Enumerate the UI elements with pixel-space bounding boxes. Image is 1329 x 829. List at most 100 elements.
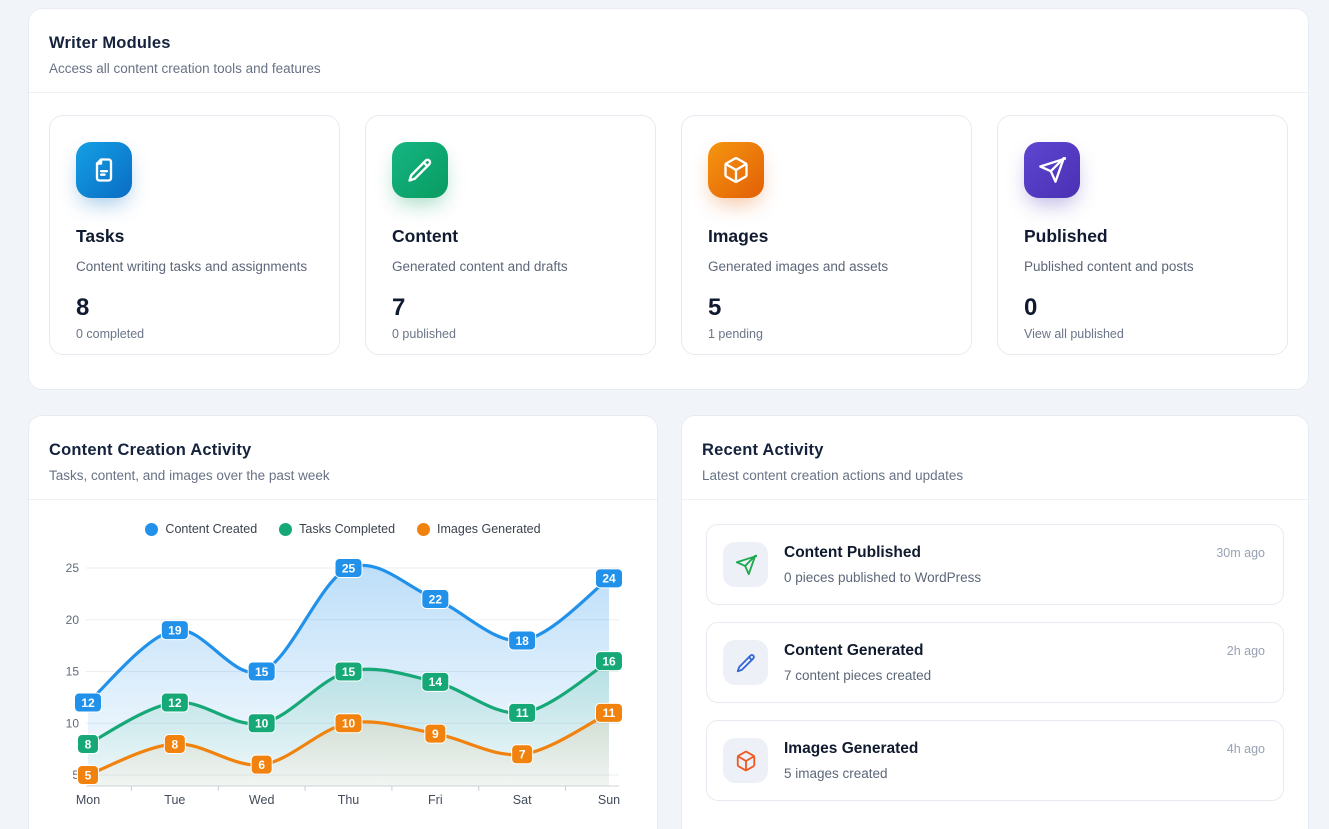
legend-item-tasks-completed[interactable]: Tasks Completed <box>279 522 395 536</box>
svg-text:Mon: Mon <box>76 793 100 807</box>
svg-text:25: 25 <box>342 561 356 575</box>
activity-item-images-generated: Images Generated 5 images created 4h ago <box>706 720 1284 801</box>
writer-modules-header: Writer Modules Access all content creati… <box>29 9 1308 93</box>
writer-modules-title: Writer Modules <box>49 34 1288 53</box>
svg-text:19: 19 <box>168 623 182 637</box>
svg-text:8: 8 <box>85 737 92 751</box>
send-icon <box>735 554 757 576</box>
activity-panel-subtitle: Latest content creation actions and upda… <box>702 468 1288 483</box>
activity-description: 5 images created <box>784 766 1211 781</box>
svg-text:15: 15 <box>342 665 356 679</box>
svg-text:6: 6 <box>258 758 265 772</box>
activity-panel-title: Recent Activity <box>702 441 1288 460</box>
module-description: Published content and posts <box>1024 259 1261 274</box>
module-card-images[interactable]: Images Generated images and assets 5 1 pend… <box>681 115 972 355</box>
writer-modules-panel: Writer Modules Access all content creati… <box>28 8 1309 390</box>
svg-text:Sat: Sat <box>513 793 532 807</box>
activity-description: 7 content pieces created <box>784 668 1211 683</box>
activity-icon-box <box>723 542 768 587</box>
module-icon-tile <box>392 142 448 198</box>
module-card-tasks[interactable]: Tasks Content writing tasks and assignmen… <box>49 115 340 355</box>
svg-text:20: 20 <box>66 613 80 627</box>
module-title: Tasks <box>76 226 313 247</box>
module-substat: 0 published <box>392 327 629 341</box>
svg-text:16: 16 <box>602 654 616 668</box>
module-card-published[interactable]: Published Published content and posts 0 Vie… <box>997 115 1288 355</box>
activity-icon-box <box>723 738 768 783</box>
activity-item-content-published: Content Published0 pieces published to W… <box>706 524 1284 605</box>
chart-panel-title: Content Creation Activity <box>49 441 637 460</box>
svg-text:14: 14 <box>429 675 443 689</box>
svg-text:Wed: Wed <box>249 793 275 807</box>
svg-text:Tue: Tue <box>164 793 185 807</box>
activity-panel-header: Recent Activity Latest content creation … <box>682 416 1308 500</box>
legend-label: Content Created <box>165 522 257 536</box>
svg-text:9: 9 <box>432 727 439 741</box>
cube-icon <box>722 156 750 184</box>
module-title: Published <box>1024 226 1261 247</box>
legend-dot <box>145 523 158 536</box>
dashboard-page: Writer Modules Access all content creati… <box>0 0 1329 829</box>
pencil-icon <box>735 652 757 674</box>
chart-panel-header: Content Creation Activity Tasks, content… <box>29 416 657 500</box>
pencil-icon <box>406 156 434 184</box>
module-icon-tile <box>1024 142 1080 198</box>
svg-text:12: 12 <box>81 696 95 710</box>
svg-text:Fri: Fri <box>428 793 443 807</box>
svg-text:25: 25 <box>66 561 80 575</box>
activity-title: Content Generated <box>784 642 1211 660</box>
legend-item-content-created[interactable]: Content Created <box>145 522 257 536</box>
svg-text:5: 5 <box>85 768 92 782</box>
writer-modules-subtitle: Access all content creation tools and fe… <box>49 61 1288 76</box>
activity-description: 0 pieces published to WordPress <box>784 570 1200 585</box>
activity-timestamp: 30m ago <box>1216 546 1265 560</box>
legend-label: Images Generated <box>437 522 541 536</box>
module-description: Generated content and drafts <box>392 259 629 274</box>
module-count: 8 <box>76 294 313 322</box>
svg-text:10: 10 <box>255 717 269 731</box>
module-description: Generated images and assets <box>708 259 945 274</box>
activity-timestamp: 4h ago <box>1227 742 1265 756</box>
svg-text:18: 18 <box>515 634 529 648</box>
activity-title: Images Generated <box>784 740 1211 758</box>
svg-text:10: 10 <box>342 717 356 731</box>
module-card-content[interactable]: Content Generated content and drafts 7 0 pu… <box>365 115 656 355</box>
activity-timestamp: 2h ago <box>1227 644 1265 658</box>
legend-item-images-generated[interactable]: Images Generated <box>417 522 541 536</box>
activity-line-chart: 5 10 15 20 25 Mon Tue Wed Thu Fri Sat Sun 12 19 15 25 22… <box>29 542 659 829</box>
legend-dot <box>279 523 292 536</box>
svg-text:11: 11 <box>516 706 529 720</box>
module-count: 7 <box>392 294 629 322</box>
module-title: Images <box>708 226 945 247</box>
cube-icon <box>735 750 757 772</box>
content-creation-activity-panel: Content Creation Activity Tasks, content… <box>28 415 658 829</box>
svg-text:8: 8 <box>171 737 178 751</box>
module-icon-tile <box>708 142 764 198</box>
module-title: Content <box>392 226 629 247</box>
activity-list: Content Published0 pieces published to W… <box>682 500 1308 825</box>
svg-text:Thu: Thu <box>338 793 360 807</box>
module-substat: View all published <box>1024 327 1261 341</box>
document-icon <box>90 156 118 184</box>
svg-text:24: 24 <box>602 572 616 586</box>
activity-item-content-generated: Content Generated 7 content pieces create… <box>706 622 1284 703</box>
chart-panel-subtitle: Tasks, content, and images over the past… <box>49 468 637 483</box>
send-icon <box>1038 156 1066 184</box>
activity-body: Content Published0 pieces published to W… <box>784 544 1200 585</box>
svg-text:Sun: Sun <box>598 793 620 807</box>
module-count: 5 <box>708 294 945 322</box>
svg-text:7: 7 <box>519 748 526 762</box>
module-substat: 0 completed <box>76 327 313 341</box>
legend-label: Tasks Completed <box>299 522 395 536</box>
activity-icon-box <box>723 640 768 685</box>
activity-body: Content Generated 7 content pieces create… <box>784 642 1211 683</box>
module-substat: 1 pending <box>708 327 945 341</box>
recent-activity-panel: Recent Activity Latest content creation … <box>681 415 1309 829</box>
svg-text:15: 15 <box>66 665 80 679</box>
svg-text:22: 22 <box>429 592 443 606</box>
svg-text:11: 11 <box>603 706 616 720</box>
module-icon-tile <box>76 142 132 198</box>
module-description: Content writing tasks and assignments <box>76 259 313 274</box>
svg-text:15: 15 <box>255 665 269 679</box>
module-count: 0 <box>1024 294 1261 322</box>
